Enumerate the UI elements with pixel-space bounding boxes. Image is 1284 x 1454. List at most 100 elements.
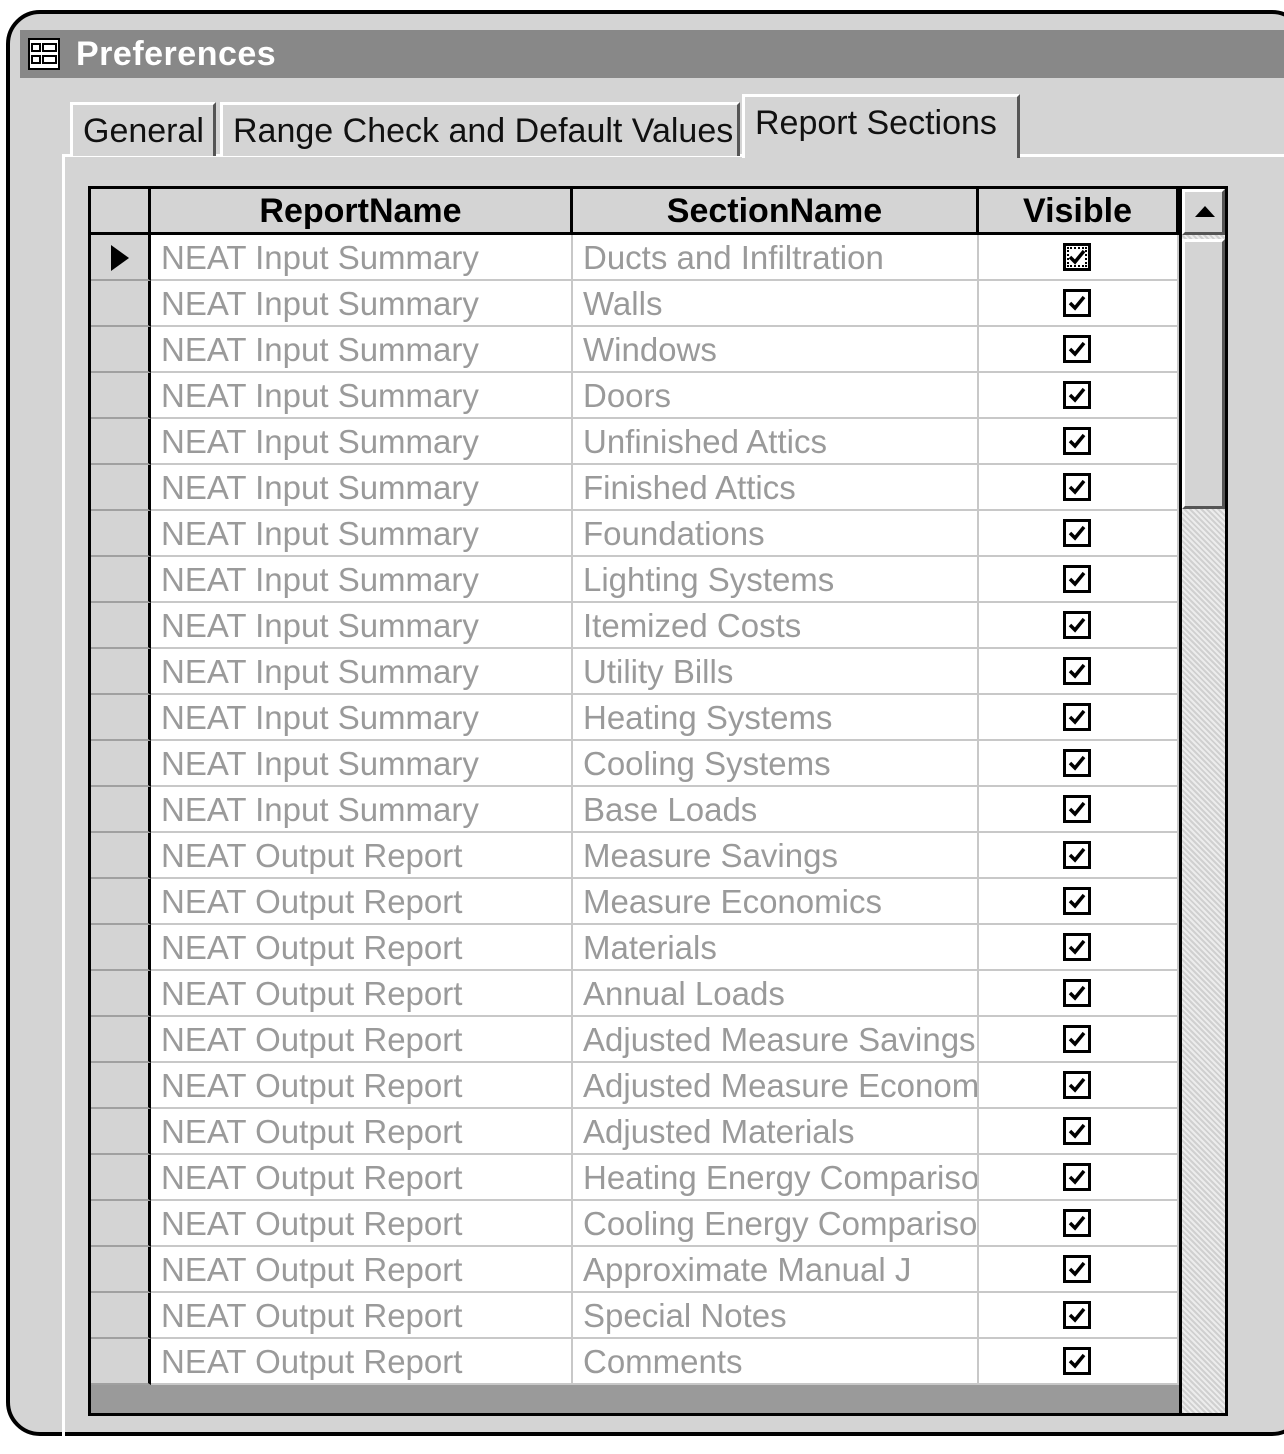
cell-reportname[interactable]: NEAT Output Report (151, 925, 573, 971)
table-row[interactable]: NEAT Output Report Cooling Energy Compari… (91, 1201, 1179, 1247)
cell-sectionname[interactable]: Foundations (573, 511, 979, 557)
visible-checkbox[interactable] (1063, 289, 1091, 317)
table-row[interactable]: NEAT Input Summary Unfinished Attics (91, 419, 1179, 465)
row-selector[interactable] (91, 419, 151, 465)
row-selector[interactable] (91, 1155, 151, 1201)
table-row[interactable]: NEAT Input Summary Heating Systems (91, 695, 1179, 741)
cell-sectionname[interactable]: Special Notes (573, 1293, 979, 1339)
cell-reportname[interactable]: NEAT Output Report (151, 1293, 573, 1339)
row-selector[interactable] (91, 1063, 151, 1109)
cell-sectionname[interactable]: Materials (573, 925, 979, 971)
visible-checkbox[interactable] (1063, 335, 1091, 363)
table-row[interactable]: NEAT Input Summary Finished Attics (91, 465, 1179, 511)
visible-checkbox[interactable] (1063, 1301, 1091, 1329)
cell-sectionname[interactable]: Ducts and Infiltration (573, 235, 979, 281)
column-header-sectionname[interactable]: SectionName (573, 189, 979, 235)
row-selector[interactable] (91, 925, 151, 971)
cell-reportname[interactable]: NEAT Output Report (151, 1339, 573, 1385)
cell-sectionname[interactable]: Adjusted Measure Econom (573, 1063, 979, 1109)
cell-sectionname[interactable]: Heating Energy Comparisoı (573, 1155, 979, 1201)
cell-reportname[interactable]: NEAT Output Report (151, 1063, 573, 1109)
visible-checkbox[interactable] (1063, 795, 1091, 823)
cell-reportname[interactable]: NEAT Output Report (151, 971, 573, 1017)
cell-reportname[interactable]: NEAT Input Summary (151, 695, 573, 741)
cell-sectionname[interactable]: Finished Attics (573, 465, 979, 511)
row-selector[interactable] (91, 649, 151, 695)
cell-reportname[interactable]: NEAT Input Summary (151, 787, 573, 833)
table-row[interactable]: NEAT Input Summary Base Loads (91, 787, 1179, 833)
visible-checkbox[interactable] (1063, 1117, 1091, 1145)
cell-reportname[interactable]: NEAT Input Summary (151, 557, 573, 603)
table-row[interactable]: NEAT Output Report Heating Energy Compari… (91, 1155, 1179, 1201)
visible-checkbox[interactable] (1063, 473, 1091, 501)
visible-checkbox[interactable] (1063, 611, 1091, 639)
cell-sectionname[interactable]: Walls (573, 281, 979, 327)
vertical-scrollbar[interactable] (1179, 189, 1225, 1413)
cell-reportname[interactable]: NEAT Input Summary (151, 465, 573, 511)
row-selector[interactable] (91, 695, 151, 741)
table-row[interactable]: NEAT Input Summary Windows (91, 327, 1179, 373)
table-row[interactable]: NEAT Output Report Measure Savings (91, 833, 1179, 879)
row-selector[interactable] (91, 1247, 151, 1293)
table-row[interactable]: NEAT Output Report Approximate Manual J (91, 1247, 1179, 1293)
visible-checkbox[interactable] (1063, 1347, 1091, 1375)
cell-sectionname[interactable]: Approximate Manual J (573, 1247, 979, 1293)
cell-reportname[interactable]: NEAT Input Summary (151, 419, 573, 465)
visible-checkbox[interactable] (1063, 979, 1091, 1007)
row-selector[interactable] (91, 373, 151, 419)
cell-sectionname[interactable]: Adjusted Materials (573, 1109, 979, 1155)
visible-checkbox[interactable] (1063, 1209, 1091, 1237)
cell-sectionname[interactable]: Measure Savings (573, 833, 979, 879)
visible-checkbox[interactable] (1063, 749, 1091, 777)
visible-checkbox[interactable] (1063, 427, 1091, 455)
table-row[interactable]: NEAT Output Report Adjusted Materials (91, 1109, 1179, 1155)
row-selector[interactable] (91, 971, 151, 1017)
row-selector[interactable] (91, 741, 151, 787)
row-selector[interactable] (91, 327, 151, 373)
tab-general[interactable]: General (70, 102, 216, 156)
cell-sectionname[interactable]: Comments (573, 1339, 979, 1385)
cell-sectionname[interactable]: Cooling Systems (573, 741, 979, 787)
table-row[interactable]: NEAT Output Report Materials (91, 925, 1179, 971)
cell-sectionname[interactable]: Annual Loads (573, 971, 979, 1017)
visible-checkbox[interactable] (1063, 1025, 1091, 1053)
cell-reportname[interactable]: NEAT Output Report (151, 1017, 573, 1063)
cell-sectionname[interactable]: Utility Bills (573, 649, 979, 695)
row-selector[interactable] (91, 281, 151, 327)
cell-sectionname[interactable]: Measure Economics (573, 879, 979, 925)
table-row[interactable]: NEAT Input Summary Utility Bills (91, 649, 1179, 695)
visible-checkbox[interactable] (1063, 841, 1091, 869)
table-row[interactable]: NEAT Output Report Measure Economics (91, 879, 1179, 925)
row-selector[interactable] (91, 1339, 151, 1385)
row-selector[interactable] (91, 603, 151, 649)
table-row[interactable]: NEAT Output Report Special Notes (91, 1293, 1179, 1339)
row-selector[interactable] (91, 557, 151, 603)
cell-sectionname[interactable]: Lighting Systems (573, 557, 979, 603)
visible-checkbox[interactable] (1063, 243, 1091, 271)
visible-checkbox[interactable] (1063, 1071, 1091, 1099)
table-row[interactable]: NEAT Output Report Adjusted Measure Econo… (91, 1063, 1179, 1109)
table-row[interactable]: NEAT Input Summary Walls (91, 281, 1179, 327)
visible-checkbox[interactable] (1063, 565, 1091, 593)
cell-sectionname[interactable]: Itemized Costs (573, 603, 979, 649)
select-all-corner[interactable] (91, 189, 151, 235)
table-row[interactable]: NEAT Output Report Adjusted Measure Savin… (91, 1017, 1179, 1063)
table-row[interactable]: NEAT Input Summary Lighting Systems (91, 557, 1179, 603)
visible-checkbox[interactable] (1063, 1255, 1091, 1283)
cell-sectionname[interactable]: Doors (573, 373, 979, 419)
table-row[interactable]: NEAT Input Summary Ducts and Infiltration (91, 235, 1179, 281)
title-bar[interactable]: Preferences (20, 30, 1284, 78)
row-selector[interactable] (91, 511, 151, 557)
visible-checkbox[interactable] (1063, 933, 1091, 961)
scroll-up-button[interactable] (1182, 189, 1225, 235)
cell-reportname[interactable]: NEAT Output Report (151, 1247, 573, 1293)
visible-checkbox[interactable] (1063, 381, 1091, 409)
cell-sectionname[interactable]: Windows (573, 327, 979, 373)
row-selector[interactable] (91, 465, 151, 511)
table-row[interactable]: NEAT Input Summary Itemized Costs (91, 603, 1179, 649)
cell-reportname[interactable]: NEAT Input Summary (151, 603, 573, 649)
row-selector[interactable] (91, 787, 151, 833)
cell-sectionname[interactable]: Unfinished Attics (573, 419, 979, 465)
row-selector[interactable] (91, 1293, 151, 1339)
cell-reportname[interactable]: NEAT Output Report (151, 833, 573, 879)
